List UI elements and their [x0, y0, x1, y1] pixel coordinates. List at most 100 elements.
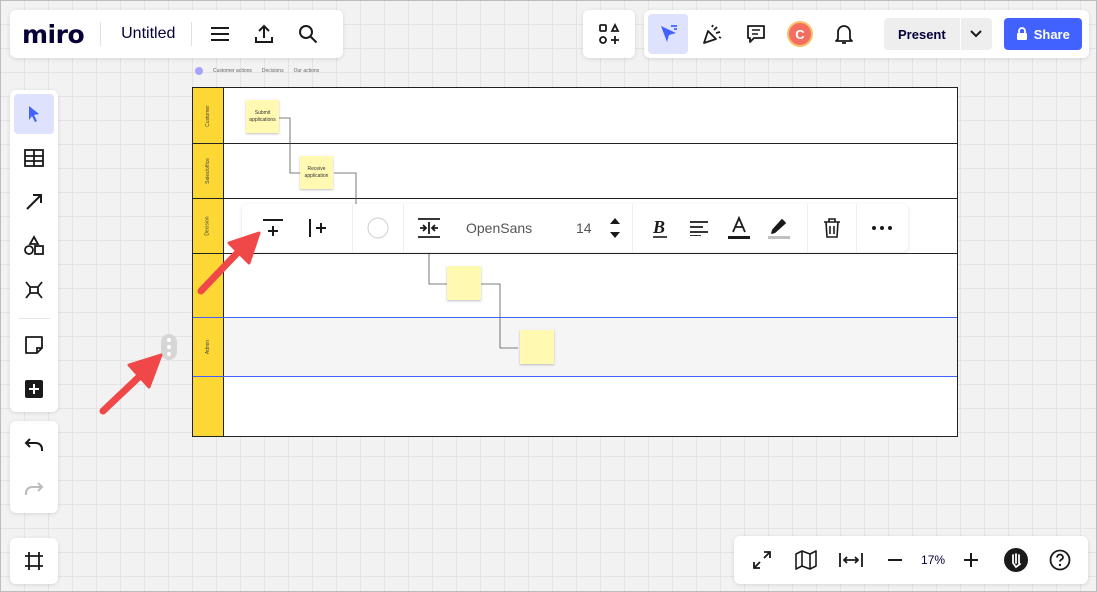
zoom-level[interactable]: 17%	[921, 553, 945, 567]
redo-button[interactable]	[14, 469, 54, 509]
highlight-color-button[interactable]	[759, 204, 799, 252]
mind-map-tool[interactable]	[14, 270, 54, 310]
legend-item: Our actions	[293, 68, 320, 74]
select-tool[interactable]	[14, 94, 54, 134]
table-icon	[24, 149, 44, 167]
export-button[interactable]	[244, 14, 284, 54]
zoom-out-button[interactable]	[877, 542, 913, 578]
share-button[interactable]: Share	[1003, 18, 1082, 50]
present-group: Present	[884, 18, 992, 50]
bold-button[interactable]: B	[641, 204, 679, 252]
comments-button[interactable]	[736, 14, 776, 54]
chevron-down-icon[interactable]	[610, 232, 620, 238]
undo-icon	[24, 438, 43, 451]
board-map-button[interactable]	[788, 542, 824, 578]
reactions-button[interactable]	[692, 14, 732, 54]
table-tool[interactable]	[14, 138, 54, 178]
fill-color-button[interactable]	[353, 204, 403, 252]
mind-map-icon	[25, 281, 43, 299]
legend-dot	[195, 67, 203, 75]
delete-button[interactable]	[808, 204, 856, 252]
font-family-select[interactable]: OpenSans	[454, 220, 554, 236]
text-color-icon	[728, 216, 750, 239]
legend-item: Decisions	[261, 68, 284, 74]
pointer-icon	[29, 106, 39, 122]
frame-icon	[25, 552, 43, 570]
plus-box-icon	[25, 380, 43, 398]
font-size-stepper[interactable]	[610, 218, 620, 238]
upload-icon	[255, 24, 274, 43]
legend: Customer actions Decisions Our actions	[195, 67, 319, 75]
annotation-arrow-icon	[99, 353, 163, 415]
chevron-up-icon[interactable]	[610, 218, 620, 224]
divider	[191, 22, 193, 46]
lock-icon	[1016, 27, 1027, 40]
sticky-note-icon	[25, 336, 43, 354]
collaborator-cursors-button[interactable]	[648, 14, 688, 54]
insert-column-icon	[309, 219, 326, 237]
fullscreen-button[interactable]	[744, 542, 780, 578]
present-dropdown[interactable]	[959, 18, 992, 50]
swimlane-diagram[interactable]: Customer Sales/office Decision Admin Sub…	[192, 87, 958, 437]
top-left-toolbar: miro Untitled	[10, 10, 343, 58]
highlighter-icon	[768, 219, 790, 239]
bell-icon	[835, 25, 853, 44]
connector-lines	[279, 117, 518, 349]
avatar-initial: C	[795, 26, 805, 42]
miro-logo[interactable]: miro	[22, 20, 85, 49]
hand-tool-button[interactable]	[998, 542, 1034, 578]
sticky-note[interactable]	[520, 330, 554, 364]
party-popper-icon	[703, 24, 722, 44]
shapes-tool[interactable]	[14, 226, 54, 266]
redo-icon	[25, 482, 44, 495]
zoom-toolbar: 17%	[734, 536, 1088, 584]
trash-icon	[824, 218, 840, 238]
fit-to-screen-button[interactable]	[833, 542, 869, 578]
cursor-icon	[661, 25, 677, 42]
comment-icon	[747, 25, 765, 43]
undo-button[interactable]	[14, 425, 54, 465]
align-left-icon	[690, 221, 708, 236]
user-avatar-button[interactable]: C	[780, 14, 820, 54]
notifications-button[interactable]	[824, 14, 864, 54]
sticky-note[interactable]: Receive application	[300, 156, 333, 189]
more-horizontal-icon	[872, 226, 892, 230]
search-button[interactable]	[288, 14, 328, 54]
menu-button[interactable]	[200, 14, 240, 54]
arrow-line-icon	[26, 194, 42, 210]
shapes-icon	[24, 235, 44, 255]
sticky-note[interactable]: Submit applications	[246, 100, 279, 133]
help-button[interactable]	[1042, 542, 1078, 578]
font-size-input[interactable]: 14	[576, 220, 610, 236]
fit-width-icon	[838, 553, 863, 567]
text-align-button[interactable]	[679, 204, 719, 252]
top-right-toolbar: C Present Share	[644, 10, 1089, 58]
hand-icon	[1003, 548, 1028, 572]
board-title[interactable]: Untitled	[121, 25, 175, 43]
apps-button[interactable]	[583, 10, 635, 58]
color-circle-icon	[367, 217, 389, 239]
insert-column-button[interactable]	[298, 204, 338, 252]
sticky-note[interactable]	[447, 266, 481, 300]
map-icon	[795, 550, 818, 570]
merge-cells-button[interactable]	[404, 204, 454, 252]
minus-icon	[887, 559, 902, 561]
frames-button[interactable]	[10, 538, 58, 584]
context-toolbar: OpenSans 14 B	[242, 204, 908, 252]
more-options-button[interactable]	[857, 204, 907, 252]
sticky-note-tool[interactable]	[14, 325, 54, 365]
help-icon	[1049, 549, 1071, 571]
undo-redo-panel	[10, 421, 58, 513]
divider	[100, 22, 102, 46]
text-color-button[interactable]	[719, 204, 759, 252]
search-icon	[299, 25, 318, 44]
plus-icon	[964, 553, 979, 567]
hamburger-icon	[211, 27, 230, 41]
connection-line-tool[interactable]	[14, 182, 54, 222]
zoom-in-button[interactable]	[953, 542, 989, 578]
share-label: Share	[1033, 26, 1070, 42]
left-toolbar	[10, 90, 58, 412]
present-button[interactable]: Present	[884, 18, 960, 50]
more-tools-button[interactable]	[14, 369, 54, 409]
svg-text:B: B	[652, 218, 665, 237]
